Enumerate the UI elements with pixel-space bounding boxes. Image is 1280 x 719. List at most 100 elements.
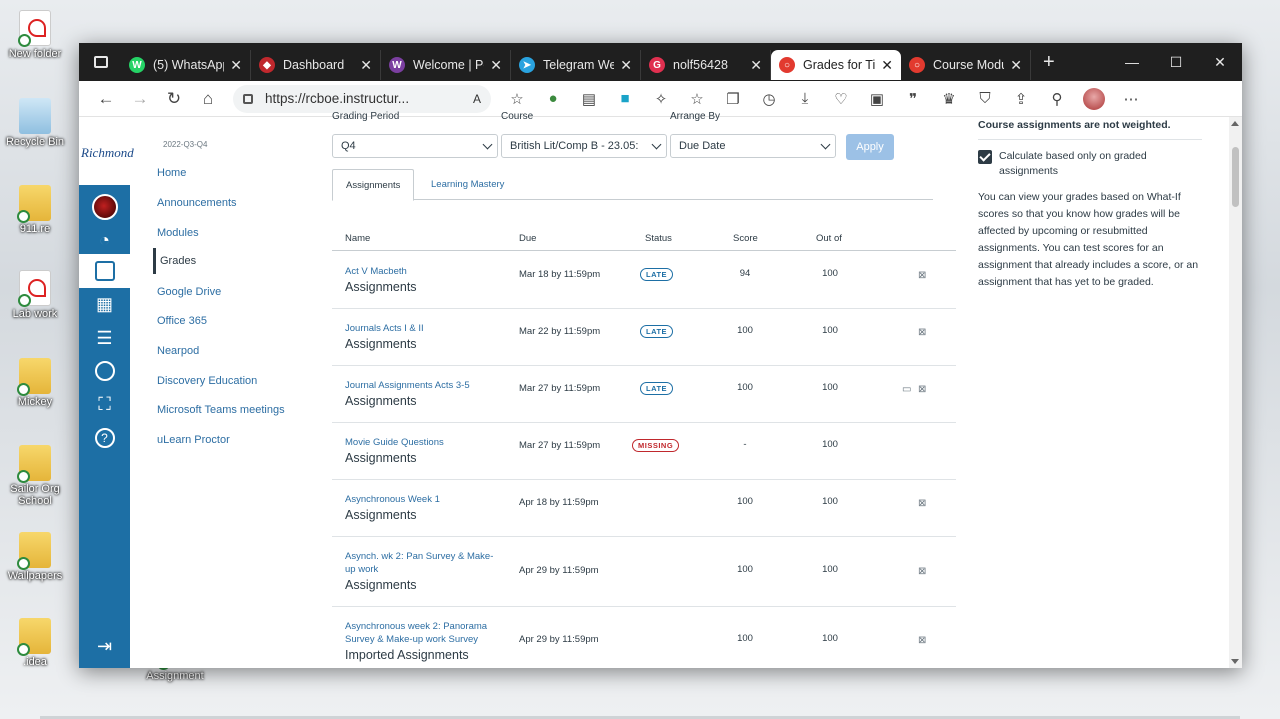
- course-nav-announcements[interactable]: Announcements: [157, 197, 237, 209]
- course-nav-modules[interactable]: Modules: [157, 227, 199, 239]
- desktop-icon[interactable]: .idea: [0, 618, 70, 668]
- score-value[interactable]: -: [724, 439, 766, 450]
- performance-button[interactable]: ♡: [823, 84, 859, 114]
- extension-3-button[interactable]: ■: [607, 84, 643, 114]
- browser-tab[interactable]: ◆ Dashboard ✕: [251, 50, 381, 80]
- collapse-nav-button[interactable]: ⇥: [79, 629, 130, 663]
- score-value[interactable]: 94: [724, 268, 766, 279]
- browser-tab[interactable]: W Welcome | Po ✕: [381, 50, 511, 80]
- graded-only-checkbox[interactable]: [978, 150, 992, 164]
- studio-nav-item[interactable]: ⛶: [79, 387, 130, 421]
- close-tab-icon[interactable]: ✕: [620, 57, 632, 74]
- favorites-button[interactable]: ☆: [679, 84, 715, 114]
- course-nav-grades[interactable]: Grades: [153, 248, 196, 274]
- arrange-by-select[interactable]: Due Date: [670, 134, 836, 158]
- history-nav-item[interactable]: [79, 354, 130, 388]
- grading-period-select[interactable]: Q4: [332, 134, 498, 158]
- browser-tab[interactable]: ○ Course Modul ✕: [901, 50, 1031, 80]
- forward-button[interactable]: →: [123, 84, 157, 114]
- refresh-button[interactable]: ↻: [157, 84, 191, 114]
- courses-nav-item[interactable]: [79, 254, 130, 288]
- course-nav-office-365[interactable]: Office 365: [157, 315, 207, 327]
- desktop-icon[interactable]: Lab work: [0, 270, 70, 320]
- score-value[interactable]: 100: [724, 382, 766, 393]
- score-value[interactable]: 100: [724, 564, 766, 575]
- page-scrollbar[interactable]: [1229, 117, 1242, 668]
- course-nav-google-drive[interactable]: Google Drive: [157, 286, 221, 298]
- tab-assignments[interactable]: Assignments: [332, 169, 415, 201]
- header-due[interactable]: Due: [519, 233, 536, 244]
- share-button[interactable]: ⇪: [1003, 84, 1039, 114]
- tab-actions-button[interactable]: [87, 48, 115, 76]
- close-tab-icon[interactable]: ✕: [490, 57, 502, 74]
- browser-tab[interactable]: ➤ Telegram Wel ✕: [511, 50, 641, 80]
- desktop-icon[interactable]: 911.re: [0, 185, 70, 235]
- back-button[interactable]: ←: [89, 84, 123, 114]
- rubric-toggle-icon[interactable]: ⊠: [918, 327, 926, 338]
- score-value[interactable]: 100: [724, 633, 766, 644]
- browser-tab[interactable]: Gnolf56428 ✕: [641, 50, 771, 80]
- assignment-link[interactable]: Journal Assignments Acts 3-5: [345, 379, 495, 392]
- rubric-toggle-icon[interactable]: ⊠: [918, 635, 926, 646]
- course-nav-nearpod[interactable]: Nearpod: [157, 345, 199, 357]
- close-window-button[interactable]: ✕: [1198, 54, 1242, 71]
- rubric-toggle-icon[interactable]: ⊠: [918, 384, 926, 395]
- account-nav-item[interactable]: [79, 190, 130, 224]
- course-nav-ulearn-proctor[interactable]: uLearn Proctor: [157, 434, 230, 446]
- scroll-up-arrow-icon[interactable]: [1231, 121, 1239, 126]
- maximize-button[interactable]: ☐: [1154, 54, 1198, 71]
- desktop-icon[interactable]: Sailor Org School: [0, 445, 70, 507]
- browser-essentials-button[interactable]: ⛉: [967, 84, 1003, 114]
- extension-1-button[interactable]: ●: [535, 84, 571, 114]
- profile-avatar[interactable]: [1083, 87, 1105, 110]
- header-name[interactable]: Name: [345, 233, 370, 244]
- scrollbar-thumb[interactable]: [1232, 147, 1239, 207]
- rubric-toggle-icon[interactable]: ⊠: [918, 498, 926, 509]
- inbox-nav-item[interactable]: ☰: [79, 321, 130, 355]
- home-button[interactable]: ⌂: [191, 84, 225, 114]
- close-tab-icon[interactable]: ✕: [230, 57, 242, 74]
- rubric-toggle-icon[interactable]: ⊠: [918, 270, 926, 281]
- comment-icon[interactable]: ▭: [902, 384, 911, 395]
- course-nav-home[interactable]: Home: [157, 167, 186, 179]
- browser-tab[interactable]: ○ Grades for Tit ✕: [771, 50, 901, 80]
- scroll-down-arrow-icon[interactable]: [1231, 659, 1239, 664]
- close-tab-icon[interactable]: ✕: [1010, 57, 1022, 74]
- desktop-icon[interactable]: Wallpapers: [0, 532, 70, 582]
- course-nav-microsoft-teams-meetings[interactable]: Microsoft Teams meetings: [157, 404, 285, 416]
- graded-only-label[interactable]: Calculate based only on graded assignmen…: [999, 149, 1189, 179]
- new-tab-button[interactable]: +: [1031, 51, 1067, 74]
- history-button[interactable]: ◷: [751, 84, 787, 114]
- score-value[interactable]: 100: [724, 496, 766, 507]
- assignment-link[interactable]: Asynchronous week 2: Panorama Survey & M…: [345, 620, 495, 646]
- rewards-button[interactable]: ♛: [931, 84, 967, 114]
- assignment-link[interactable]: Asynch. wk 2: Pan Survey & Make-up work: [345, 550, 495, 576]
- favorite-add-button[interactable]: ☆: [499, 84, 535, 114]
- close-tab-icon[interactable]: ✕: [881, 57, 893, 74]
- settings-menu-button[interactable]: ⋯: [1113, 84, 1149, 114]
- browser-tab[interactable]: W (5) WhatsApp ✕: [121, 50, 251, 80]
- desktop-icon[interactable]: New folder: [0, 10, 70, 60]
- extensions-button[interactable]: ✧: [643, 84, 679, 114]
- assignment-link[interactable]: Asynchronous Week 1: [345, 493, 495, 506]
- sidebar-toggle-button[interactable]: ⚲: [1039, 84, 1075, 114]
- quote-button[interactable]: ❞: [895, 84, 931, 114]
- school-logo[interactable]: Richmond: [79, 117, 134, 185]
- minimize-button[interactable]: —: [1110, 54, 1154, 71]
- help-nav-item[interactable]: ?: [79, 421, 130, 455]
- collections-button[interactable]: ❐: [715, 84, 751, 114]
- tab-learning-mastery[interactable]: Learning Mastery: [418, 169, 517, 200]
- dashboard-nav-item[interactable]: ◔: [79, 223, 130, 257]
- desktop-icon[interactable]: Mickey: [0, 358, 70, 408]
- close-tab-icon[interactable]: ✕: [750, 57, 762, 74]
- assignment-link[interactable]: Act V Macbeth: [345, 265, 495, 278]
- calendar-nav-item[interactable]: ▦: [79, 287, 130, 321]
- math-solver-button[interactable]: ▣: [859, 84, 895, 114]
- downloads-button[interactable]: ⤓: [787, 84, 823, 114]
- address-bar[interactable]: https://rcboe.instructur... A: [233, 84, 491, 113]
- rubric-toggle-icon[interactable]: ⊠: [918, 566, 926, 577]
- assignment-link[interactable]: Movie Guide Questions: [345, 436, 495, 449]
- apply-button[interactable]: Apply: [846, 134, 894, 160]
- course-select[interactable]: British Lit/Comp B - 23.05:: [501, 134, 667, 158]
- score-value[interactable]: 100: [724, 325, 766, 336]
